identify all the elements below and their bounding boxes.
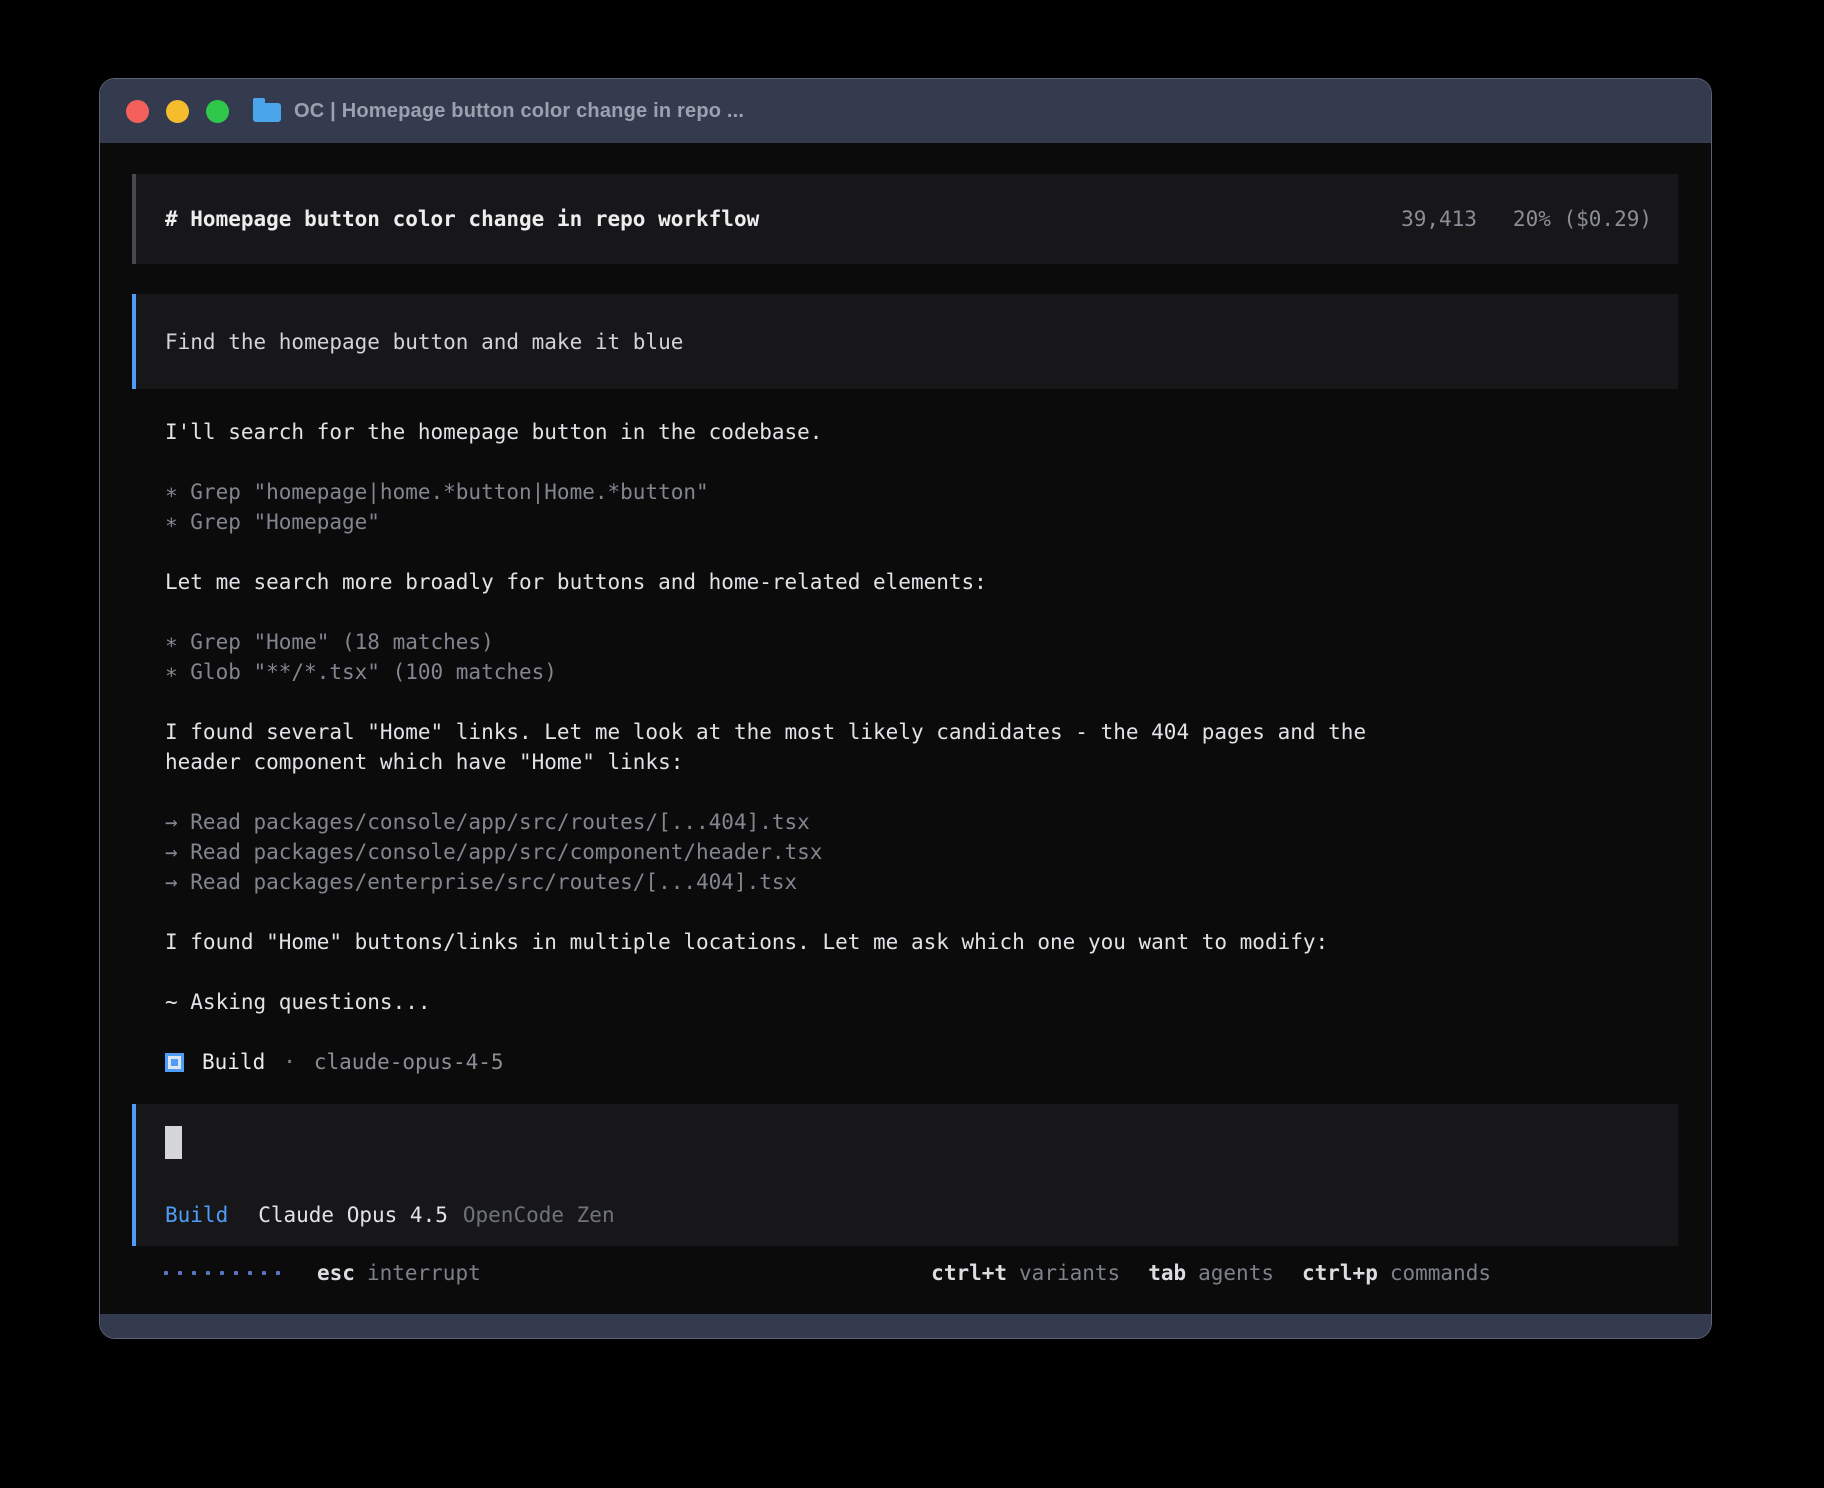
window-titlebar: OC | Homepage button color change in rep…: [100, 79, 1711, 143]
tool-call-line: ∗ Grep "Homepage": [165, 507, 1677, 537]
footer-hint: ctrl+p commands: [1302, 1258, 1491, 1288]
hint-label: interrupt: [367, 1258, 481, 1288]
assistant-text-block: Let me search more broadly for buttons a…: [165, 567, 1677, 597]
footer-hint: esc interrupt: [317, 1258, 481, 1288]
agent-model: claude-opus-4-5: [314, 1047, 504, 1077]
hint-label: commands: [1390, 1258, 1491, 1288]
agent-status-row: Build · claude-opus-4-5: [165, 1047, 1711, 1077]
spinner-dots: [164, 1271, 280, 1275]
footer-hint: ctrl+t variants: [931, 1258, 1120, 1288]
hint-key: esc: [317, 1258, 355, 1288]
assistant-text-line: ~ Asking questions...: [165, 987, 1677, 1017]
agent-square-icon: [165, 1053, 184, 1072]
tool-call-line: ∗ Glob "**/*.tsx" (100 matches): [165, 657, 1677, 687]
spinner-dot: [206, 1271, 210, 1275]
assistant-text-line: I found "Home" buttons/links in multiple…: [165, 927, 1677, 957]
hint-key: tab: [1148, 1258, 1186, 1288]
zoom-button[interactable]: [206, 100, 229, 123]
spinner-dot: [262, 1271, 266, 1275]
right-hints: ctrl+t variants tab agents ctrl+p commands: [931, 1258, 1491, 1288]
assistant-text-block: ~ Asking questions...: [165, 987, 1677, 1017]
assistant-text-line: I found several "Home" links. Let me loo…: [165, 717, 1677, 747]
context-cost: 20% ($0.29): [1513, 204, 1652, 234]
footer-hint: tab agents: [1148, 1258, 1274, 1288]
input-model: Claude Opus 4.5: [258, 1200, 448, 1230]
assistant-text-line: Let me search more broadly for buttons a…: [165, 567, 1677, 597]
tool-call-line: → Read packages/console/app/src/routes/[…: [165, 807, 1677, 837]
hint-key: ctrl+t: [931, 1258, 1007, 1288]
window-bottom-edge: [100, 1314, 1711, 1338]
hint-label: variants: [1019, 1258, 1120, 1288]
assistant-text-line: I'll search for the homepage button in t…: [165, 417, 1677, 447]
tool-call-block: → Read packages/console/app/src/routes/[…: [165, 807, 1677, 897]
spinner-dot: [192, 1271, 196, 1275]
assistant-text-block: I'll search for the homepage button in t…: [165, 417, 1677, 447]
left-hints: esc interrupt: [317, 1258, 481, 1288]
hint-label: agents: [1198, 1258, 1274, 1288]
status-bar-left: esc interrupt: [164, 1258, 481, 1288]
spinner-dot: [234, 1271, 238, 1275]
session-title: # Homepage button color change in repo w…: [165, 204, 759, 234]
screenshot-root: { "titlebar": { "title": "OC | Homepage …: [0, 0, 1824, 1488]
assistant-text-block: I found several "Home" links. Let me loo…: [165, 717, 1677, 777]
status-bar: escinterrupt ctrl+tvariantstabagentsctrl…: [100, 1258, 1711, 1288]
agent-name: Build: [202, 1047, 265, 1077]
spinner-dot: [248, 1271, 252, 1275]
traffic-lights: [126, 100, 229, 123]
hint-key: ctrl+p: [1302, 1258, 1378, 1288]
spinner-dot: [164, 1271, 168, 1275]
text-cursor: [165, 1126, 182, 1159]
agent-separator: ·: [283, 1047, 296, 1077]
user-message-text: Find the homepage button and make it blu…: [165, 327, 683, 357]
terminal-content: # Homepage button color change in repo w…: [100, 143, 1711, 1314]
session-header: # Homepage button color change in repo w…: [132, 174, 1678, 264]
prompt-input[interactable]: Build Claude Opus 4.5 OpenCode Zen: [132, 1104, 1678, 1246]
token-count: 39,413: [1401, 204, 1477, 234]
spinner-dot: [276, 1271, 280, 1275]
tool-call-line: → Read packages/enterprise/src/routes/[.…: [165, 867, 1677, 897]
tool-call-line: ∗ Grep "homepage|home.*button|Home.*butt…: [165, 477, 1677, 507]
user-message: Find the homepage button and make it blu…: [132, 294, 1678, 389]
window-title: OC | Homepage button color change in rep…: [294, 100, 744, 123]
transcript: I'll search for the homepage button in t…: [165, 417, 1677, 1017]
tool-call-block: ∗ Grep "Home" (18 matches)∗ Glob "**/*.t…: [165, 627, 1677, 687]
session-stats: 39,413 20% ($0.29): [1401, 204, 1652, 234]
assistant-text-line: header component which have "Home" links…: [165, 747, 1677, 777]
folder-icon: [253, 103, 281, 122]
input-provider: OpenCode Zen: [463, 1200, 615, 1230]
tool-call-block: ∗ Grep "homepage|home.*button|Home.*butt…: [165, 477, 1677, 537]
spinner-dot: [220, 1271, 224, 1275]
assistant-text-block: I found "Home" buttons/links in multiple…: [165, 927, 1677, 957]
close-button[interactable]: [126, 100, 149, 123]
tool-call-line: → Read packages/console/app/src/componen…: [165, 837, 1677, 867]
input-meta: Build Claude Opus 4.5 OpenCode Zen: [165, 1200, 615, 1230]
terminal-window: OC | Homepage button color change in rep…: [99, 78, 1712, 1339]
input-mode: Build: [165, 1200, 228, 1230]
tool-call-line: ∗ Grep "Home" (18 matches): [165, 627, 1677, 657]
spinner-dot: [178, 1271, 182, 1275]
minimize-button[interactable]: [166, 100, 189, 123]
